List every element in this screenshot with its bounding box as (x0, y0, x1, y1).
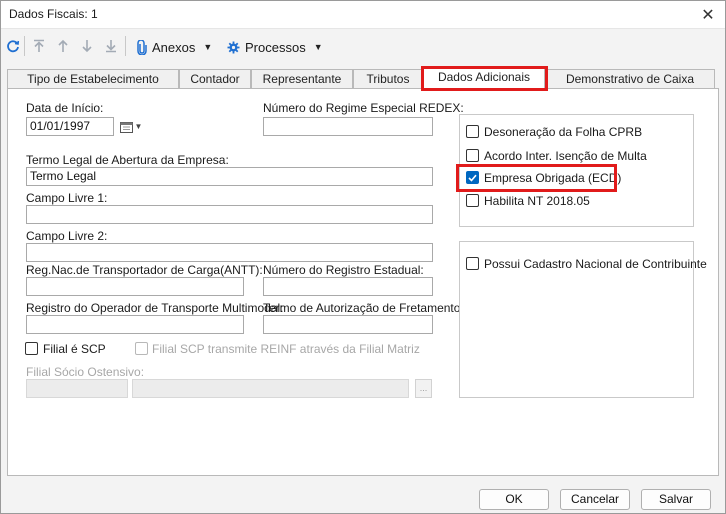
acordo-checkbox[interactable] (466, 149, 479, 162)
filial-scp-checkbox[interactable] (25, 342, 38, 355)
gear-icon (227, 41, 240, 54)
tab-bar: Tipo de Estabelecimento Contador Represe… (1, 67, 725, 90)
tab-tipo-estabelecimento[interactable]: Tipo de Estabelecimento (7, 69, 179, 89)
habilita-checkbox[interactable] (466, 194, 479, 207)
fretamento-label: Termo de Autorização de Fretamento: (263, 301, 464, 315)
toolbar: Anexos ▼ Processos ▼ (1, 31, 725, 61)
tab-representante[interactable]: Representante (251, 69, 353, 89)
toolbar-separator (24, 36, 25, 56)
processos-menu[interactable]: Processos ▼ (227, 37, 323, 57)
redex-field[interactable] (263, 117, 433, 136)
filial-scp-reinf-label: Filial SCP transmite REINF através da Fi… (152, 342, 420, 356)
tab-contador[interactable]: Contador (179, 69, 251, 89)
desoneracao-checkbox[interactable] (466, 125, 479, 138)
move-first-icon[interactable] (29, 36, 49, 56)
cadastro-checkbox[interactable] (466, 257, 479, 270)
dialog-footer: OK Cancelar Salvar (1, 479, 725, 513)
move-last-icon[interactable] (101, 36, 121, 56)
termo-legal-label: Termo Legal de Abertura da Empresa: (26, 153, 229, 167)
campo-livre2-label: Campo Livre 2: (26, 229, 108, 243)
anexos-menu[interactable]: Anexos ▼ (137, 37, 212, 57)
dialog-window: Dados Fiscais: 1 ✕ Anexos ▼ Processos ▼ … (0, 0, 726, 514)
cadastro-label: Possui Cadastro Nacional de Contribuinte (484, 257, 707, 271)
tab-tributos[interactable]: Tributos (353, 69, 423, 89)
filial-scp-label: Filial é SCP (43, 342, 106, 356)
multimodal-field[interactable] (26, 315, 244, 334)
desoneracao-label: Desoneração da Folha CPRB (484, 125, 643, 139)
toolbar-separator (125, 36, 126, 56)
paperclip-icon (137, 39, 147, 55)
anexos-label: Anexos (152, 39, 196, 55)
title-bar: Dados Fiscais: 1 ✕ (1, 1, 725, 29)
redex-label: Número do Regime Especial REDEX: (263, 101, 464, 115)
fretamento-field[interactable] (263, 315, 433, 334)
checkmark-icon (468, 174, 477, 182)
habilita-label: Habilita NT 2018.05 (484, 194, 590, 208)
calendar-dropdown-icon[interactable]: ▼ (116, 117, 146, 136)
filial-socio-lookup-button[interactable]: ... (415, 379, 432, 398)
ecd-label: Empresa Obrigada (ECD) (484, 171, 622, 185)
antt-label: Reg.Nac.de Transportador de Carga(ANTT): (26, 263, 263, 277)
data-inicio-field[interactable]: 01/01/1997 (26, 117, 114, 136)
cancelar-button[interactable]: Cancelar (560, 489, 630, 510)
move-down-icon[interactable] (77, 36, 97, 56)
processos-label: Processos (245, 39, 306, 55)
dados-adicionais-panel: Data de Início: 01/01/1997 ▼ Número do R… (7, 88, 719, 476)
registro-estadual-label: Número do Registro Estadual: (263, 263, 424, 277)
ecd-checkbox[interactable] (466, 171, 479, 184)
close-icon[interactable]: ✕ (691, 1, 725, 29)
registro-estadual-field[interactable] (263, 277, 433, 296)
tab-dados-adicionais[interactable]: Dados Adicionais (423, 67, 545, 90)
filial-socio-name-field[interactable] (132, 379, 409, 398)
salvar-button[interactable]: Salvar (641, 489, 711, 510)
ok-button[interactable]: OK (479, 489, 549, 510)
campo-livre1-label: Campo Livre 1: (26, 191, 108, 205)
acordo-label: Acordo Inter. Isenção de Multa (484, 149, 647, 163)
move-up-icon[interactable] (53, 36, 73, 56)
filial-scp-reinf-checkbox[interactable] (135, 342, 148, 355)
window-title: Dados Fiscais: 1 (9, 7, 98, 21)
campo-livre1-field[interactable] (26, 205, 433, 224)
tab-demonstrativo-caixa[interactable]: Demonstrativo de Caixa (545, 69, 715, 89)
data-inicio-label: Data de Início: (26, 101, 104, 115)
filial-socio-code-field[interactable] (26, 379, 128, 398)
filial-socio-label: Filial Sócio Ostensivo: (26, 365, 145, 379)
termo-legal-field[interactable]: Termo Legal (26, 167, 433, 186)
multimodal-label: Registro do Operador de Transporte Multi… (26, 301, 284, 315)
chevron-down-icon: ▼ (313, 42, 323, 52)
refresh-icon[interactable] (3, 36, 23, 56)
campo-livre2-field[interactable] (26, 243, 433, 262)
antt-field[interactable] (26, 277, 244, 296)
chevron-down-icon: ▼ (203, 42, 213, 52)
